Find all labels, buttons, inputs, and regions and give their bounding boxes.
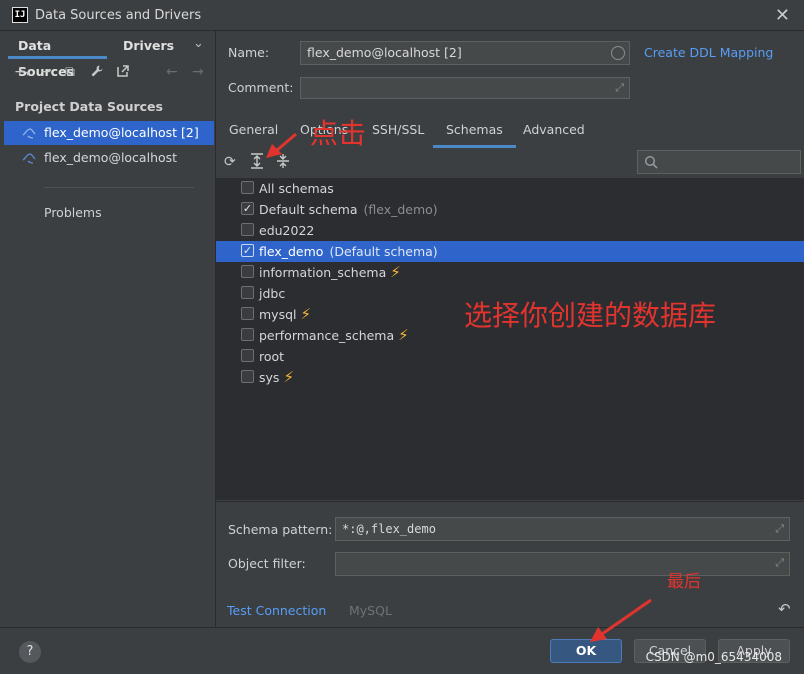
arrow-to-ok [590,598,652,642]
arrow-to-toolbar [266,132,297,158]
annotation-finally: 最后 [667,572,701,592]
annotation-click: 点击 [310,117,367,150]
annotation-choose-db: 选择你创建的数据库 [464,299,717,332]
